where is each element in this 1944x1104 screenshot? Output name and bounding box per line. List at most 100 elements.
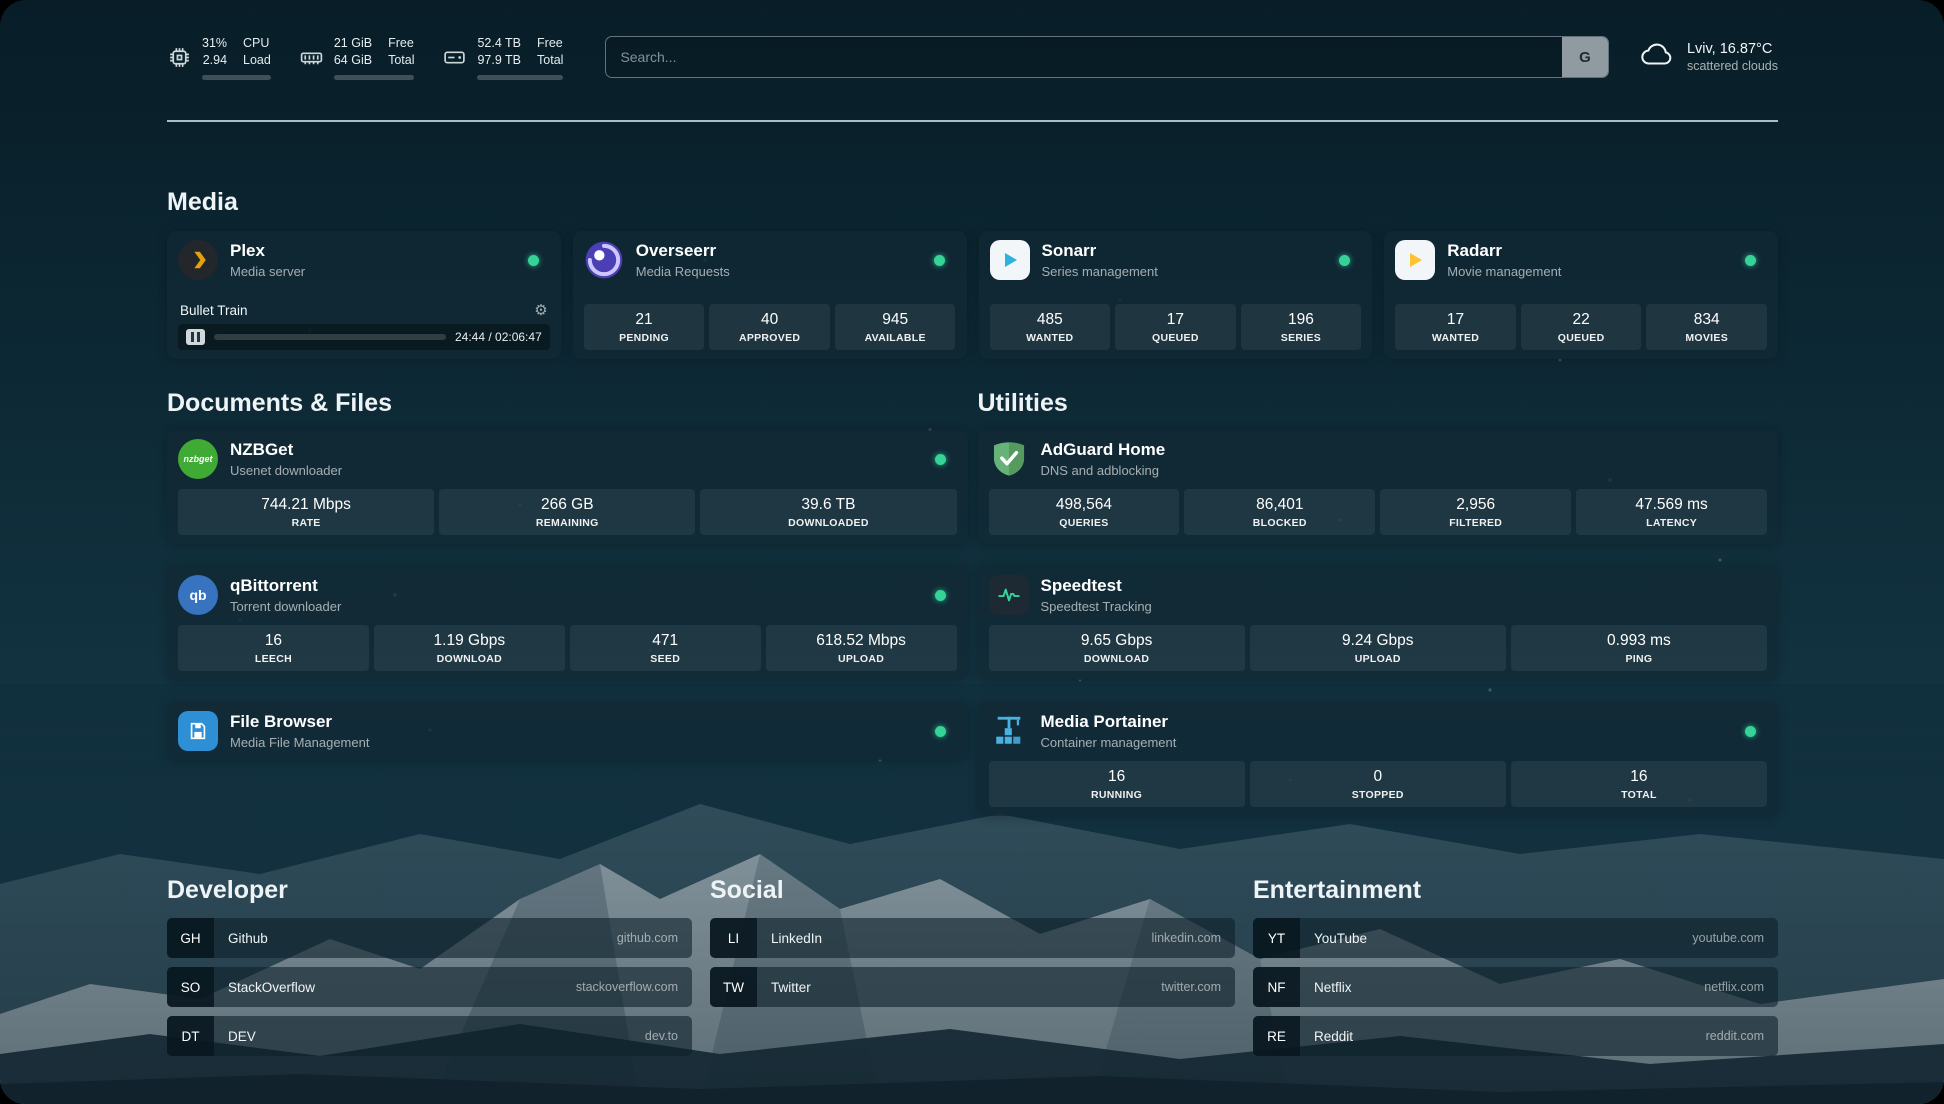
search-provider-button[interactable]: G <box>1562 37 1608 77</box>
bookmark-name: Twitter <box>757 967 811 1007</box>
service-title: File Browser <box>230 712 369 732</box>
stat-label: QUERIES <box>993 517 1176 529</box>
service-card-speedtest[interactable]: Speedtest Speedtest Tracking 9.65 Gbps D… <box>978 566 1779 680</box>
bookmark-url: twitter.com <box>1161 967 1235 1007</box>
playback-time: 24:44 / 02:06:47 <box>455 330 542 344</box>
status-dot <box>528 255 539 266</box>
service-card-adguard[interactable]: AdGuard Home DNS and adblocking 498,564 … <box>978 430 1779 544</box>
stat-stopped: 0 STOPPED <box>1250 761 1506 807</box>
pause-icon[interactable] <box>186 329 205 345</box>
bookmark-row-youtube[interactable]: YT YouTube youtube.com <box>1253 918 1778 958</box>
service-title: Plex <box>230 241 305 261</box>
adguard-icon <box>989 439 1029 479</box>
disk-monitor: 52.4 TB Free 97.9 TB Total <box>442 35 563 80</box>
cpu-load-label: Load <box>243 52 271 70</box>
stat-value: 21 <box>588 311 701 329</box>
cpu-usage-bar <box>202 75 271 80</box>
service-subtitle: Media server <box>230 264 305 279</box>
service-title: Radarr <box>1447 241 1561 261</box>
now-playing-title: Bullet Train <box>180 303 248 318</box>
stat-series: 196 SERIES <box>1241 304 1362 350</box>
stat-value: 9.65 Gbps <box>993 632 1241 650</box>
stat-label: QUEUED <box>1119 332 1232 344</box>
service-subtitle: Container management <box>1041 735 1177 750</box>
service-subtitle: Media Requests <box>636 264 730 279</box>
bookmark-group-developer: Developer GH Github github.com SO StackO… <box>167 876 692 1056</box>
cpu-load-value: 2.94 <box>202 52 227 70</box>
stat-label: SEED <box>574 653 757 665</box>
bookmark-row-netflix[interactable]: NF Netflix netflix.com <box>1253 967 1778 1007</box>
service-card-plex[interactable]: Plex Media server Bullet Train ⚙ <box>167 231 561 359</box>
stat-value: 16 <box>993 768 1241 786</box>
bookmark-row-github[interactable]: GH Github github.com <box>167 918 692 958</box>
service-card-filebrowser[interactable]: File Browser Media File Management <box>167 702 968 760</box>
playback-bar: 24:44 / 02:06:47 <box>178 324 550 350</box>
nzbget-icon: nzbget <box>178 439 218 479</box>
disk-free-value: 52.4 TB <box>477 35 521 53</box>
stat-value: 16 <box>182 632 365 650</box>
stat-approved: 40 APPROVED <box>709 304 830 350</box>
service-card-qbittorrent[interactable]: qb qBittorrent Torrent downloader 16 LEE… <box>167 566 968 680</box>
stat-label: DOWNLOAD <box>993 653 1241 665</box>
bookmark-row-twitter[interactable]: TW Twitter twitter.com <box>710 967 1235 1007</box>
cpu-icon <box>167 45 192 70</box>
memory-free-value: 21 GiB <box>334 35 372 53</box>
stat-value: 9.24 Gbps <box>1254 632 1502 650</box>
service-title: Speedtest <box>1041 576 1152 596</box>
stat-ping: 0.993 ms PING <box>1511 625 1767 671</box>
section-heading-documents: Documents & Files <box>167 389 968 418</box>
stat-movies: 834 MOVIES <box>1646 304 1767 350</box>
bookmark-abbr: NF <box>1253 967 1300 1007</box>
stat-queries: 498,564 QUERIES <box>989 489 1180 535</box>
stat-value: 86,401 <box>1188 496 1371 514</box>
memory-icon <box>299 45 324 70</box>
portainer-icon <box>989 711 1029 751</box>
stat-label: TOTAL <box>1515 789 1763 801</box>
bookmark-url: linkedin.com <box>1152 918 1235 958</box>
bookmark-row-stackoverflow[interactable]: SO StackOverflow stackoverflow.com <box>167 967 692 1007</box>
stat-label: RATE <box>182 517 430 529</box>
bookmark-row-linkedin[interactable]: LI LinkedIn linkedin.com <box>710 918 1235 958</box>
bookmark-url: dev.to <box>645 1016 692 1056</box>
memory-total-value: 64 GiB <box>334 52 372 70</box>
dashboard: 31% CPU 2.94 Load 21 <box>0 0 1944 1104</box>
memory-free-label: Free <box>388 35 414 53</box>
stat-leech: 16 LEECH <box>178 625 369 671</box>
search-bar: G <box>605 36 1609 78</box>
service-card-overseerr[interactable]: Overseerr Media Requests 21 PENDING 40 A… <box>573 231 967 359</box>
stat-value: 471 <box>574 632 757 650</box>
stat-label: UPLOAD <box>1254 653 1502 665</box>
stat-upload: 9.24 Gbps UPLOAD <box>1250 625 1506 671</box>
stat-downloaded: 39.6 TB DOWNLOADED <box>700 489 956 535</box>
bookmark-abbr: GH <box>167 918 214 958</box>
overseerr-icon <box>584 240 624 280</box>
service-title: AdGuard Home <box>1041 440 1166 460</box>
search-input[interactable] <box>606 37 1562 77</box>
stat-label: MOVIES <box>1650 332 1763 344</box>
status-dot <box>935 590 946 601</box>
stat-filtered: 2,956 FILTERED <box>1380 489 1571 535</box>
stat-rate: 744.21 Mbps RATE <box>178 489 434 535</box>
service-card-portainer[interactable]: Media Portainer Container management 16 … <box>978 702 1779 816</box>
stat-wanted: 485 WANTED <box>990 304 1111 350</box>
bookmark-row-dev[interactable]: DT DEV dev.to <box>167 1016 692 1056</box>
weather-location: Lviv, 16.87°C <box>1687 41 1778 57</box>
radarr-icon <box>1395 240 1435 280</box>
playback-progress-bar <box>214 334 446 340</box>
stat-value: 498,564 <box>993 496 1176 514</box>
service-subtitle: Speedtest Tracking <box>1041 599 1152 614</box>
stat-total: 16 TOTAL <box>1511 761 1767 807</box>
service-card-sonarr[interactable]: Sonarr Series management 485 WANTED 17 Q… <box>979 231 1373 359</box>
status-dot <box>1745 255 1756 266</box>
disk-free-label: Free <box>537 35 563 53</box>
stat-label: APPROVED <box>713 332 826 344</box>
stat-value: 834 <box>1650 311 1763 329</box>
memory-monitor: 21 GiB Free 64 GiB Total <box>299 35 415 80</box>
service-subtitle: Media File Management <box>230 735 369 750</box>
speedtest-icon <box>989 575 1029 615</box>
bookmark-row-reddit[interactable]: RE Reddit reddit.com <box>1253 1016 1778 1056</box>
service-card-nzbget[interactable]: nzbget NZBGet Usenet downloader 744.21 M… <box>167 430 968 544</box>
service-card-radarr[interactable]: Radarr Movie management 17 WANTED 22 QUE… <box>1384 231 1778 359</box>
stat-value: 744.21 Mbps <box>182 496 430 514</box>
gear-icon[interactable]: ⚙ <box>534 303 547 318</box>
